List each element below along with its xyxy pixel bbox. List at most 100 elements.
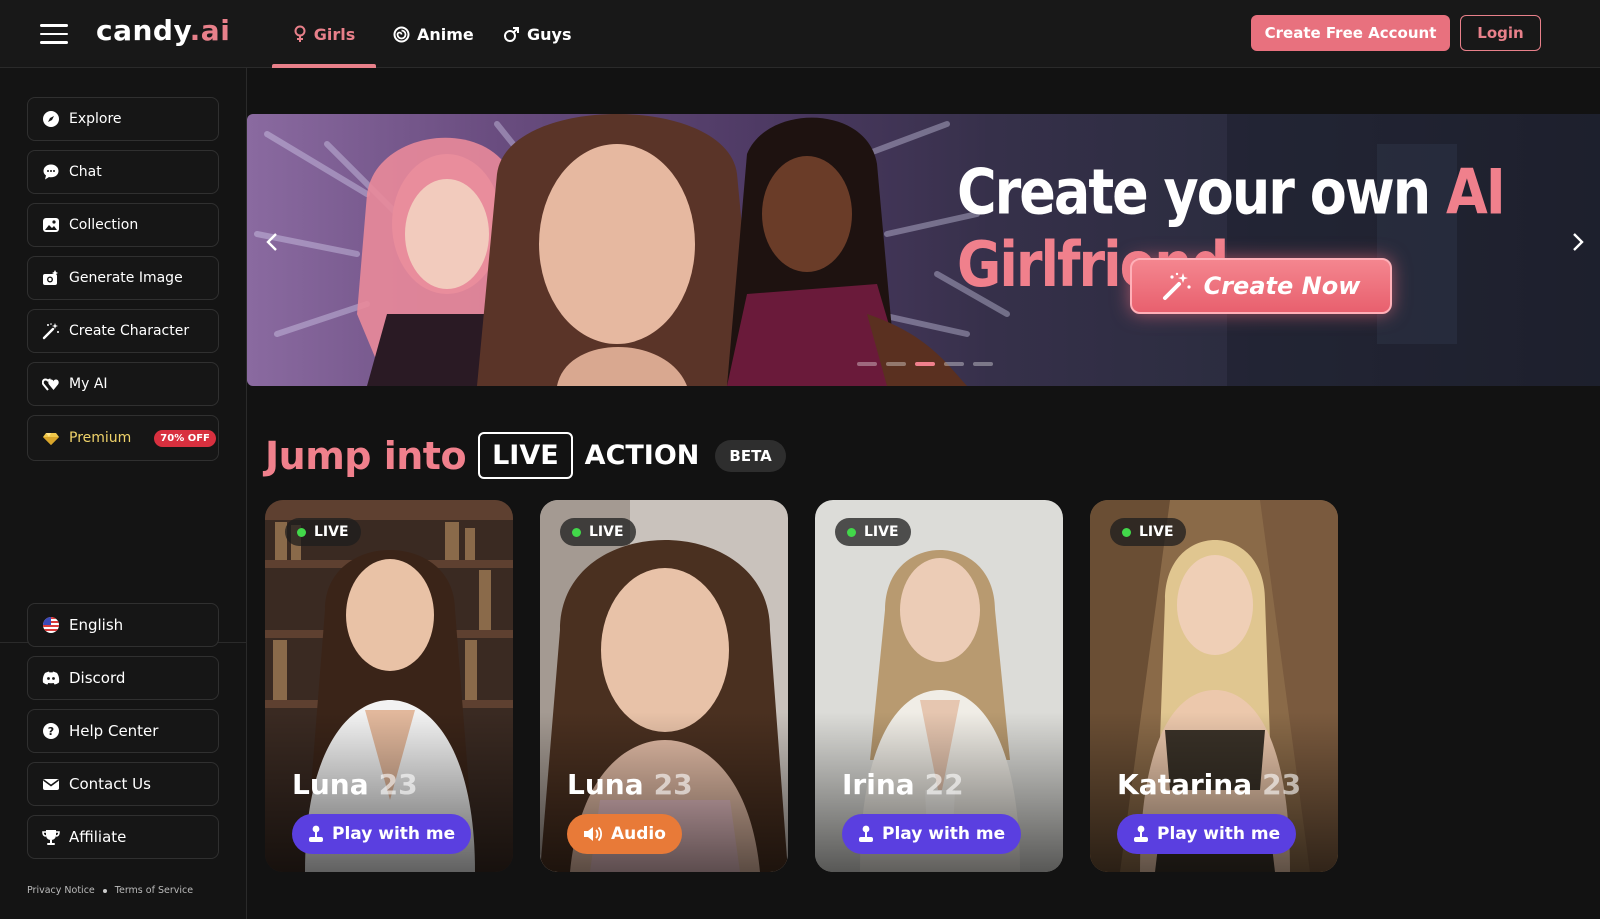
live-dot-icon	[297, 527, 306, 537]
logo-suffix: .ai	[189, 14, 231, 47]
live-label: LIVE	[589, 524, 624, 540]
swirl-icon	[393, 26, 410, 42]
sidebar-item-create-character[interactable]: Create Character	[27, 309, 219, 353]
play-button-label: Play with me	[1157, 824, 1281, 844]
hearts-icon	[42, 375, 60, 393]
svg-text:?: ?	[48, 725, 54, 738]
section-heading: Jump into LIVE ACTION BETA	[265, 432, 786, 479]
diamond-icon	[42, 429, 60, 447]
female-icon	[294, 25, 306, 42]
top-header: candy.ai Girls Anime Guys Create Free Ac…	[0, 0, 1600, 68]
sidebar-item-label: Premium	[69, 430, 132, 446]
live-badge: LIVE	[285, 518, 361, 546]
tab-anime-label: Anime	[417, 24, 474, 44]
sidebar-item-discord[interactable]: Discord	[27, 656, 219, 700]
sidebar-item-label: Affiliate	[69, 828, 127, 846]
chevron-right-icon[interactable]	[1565, 230, 1589, 254]
play-with-me-button[interactable]: Play with me	[842, 814, 1022, 854]
audio-button-label: Audio	[611, 824, 666, 844]
sidebar-item-label: Discord	[69, 669, 126, 687]
character-name: Irina 22	[842, 768, 964, 801]
character-age: 23	[653, 768, 693, 801]
live-badge: LIVE	[560, 518, 636, 546]
mail-icon	[42, 775, 60, 793]
carousel-dot[interactable]	[857, 362, 877, 366]
sidebar-item-contact-us[interactable]: Contact Us	[27, 762, 219, 806]
promo-banner[interactable]: Create your own AI Girlfriend Create Now	[247, 114, 1600, 386]
sidebar-item-label: Contact Us	[69, 775, 151, 793]
character-card[interactable]: LIVE Katarina 23 Play with me	[1090, 500, 1338, 872]
tab-guys[interactable]: Guys	[503, 0, 571, 68]
sidebar-item-label: English	[69, 616, 124, 634]
play-button-label: Play with me	[332, 824, 456, 844]
sidebar-item-label: My AI	[69, 376, 108, 392]
banner-title-white: Create your own	[957, 156, 1431, 229]
active-tab-indicator	[272, 64, 376, 68]
login-button[interactable]: Login	[1460, 15, 1541, 51]
tab-girls-label: Girls	[313, 24, 356, 44]
discount-badge: 70% OFF	[154, 429, 216, 447]
section-live-box: LIVE	[478, 432, 573, 479]
character-name-text: Luna	[292, 768, 369, 801]
live-badge: LIVE	[1110, 518, 1186, 546]
section-action-text: ACTION	[584, 440, 700, 471]
character-card[interactable]: LIVE Luna 23 Audio	[540, 500, 788, 872]
logo[interactable]: candy.ai	[96, 14, 230, 47]
sidebar: Explore Chat Collection Generate Image C…	[0, 68, 247, 919]
trophy-icon	[42, 828, 60, 846]
chevron-left-icon[interactable]	[261, 230, 285, 254]
live-badge: LIVE	[835, 518, 911, 546]
sidebar-item-premium[interactable]: Premium 70% OFF	[27, 415, 219, 461]
carousel-indicators	[857, 362, 993, 366]
character-name: Luna 23	[567, 768, 693, 801]
carousel-dot[interactable]	[944, 362, 964, 366]
section-jump-text: Jump into	[265, 433, 467, 478]
live-label: LIVE	[1139, 524, 1174, 540]
tab-girls[interactable]: Girls	[272, 0, 376, 68]
play-with-me-button[interactable]: Play with me	[292, 814, 472, 854]
carousel-dot[interactable]	[973, 362, 993, 366]
sidebar-item-affiliate[interactable]: Affiliate	[27, 815, 219, 859]
sidebar-item-label: Create Character	[69, 323, 190, 339]
footer-links: Privacy Notice Terms of Service	[27, 885, 193, 896]
sidebar-item-language[interactable]: English	[27, 603, 219, 647]
magic-wand-icon	[1162, 272, 1191, 300]
live-label: LIVE	[864, 524, 899, 540]
sidebar-item-collection[interactable]: Collection	[27, 203, 219, 247]
magic-wand-icon	[42, 322, 60, 340]
sidebar-item-generate-image[interactable]: Generate Image	[27, 256, 219, 300]
character-card[interactable]: LIVE Irina 22 Play with me	[815, 500, 1063, 872]
menu-icon[interactable]	[40, 24, 68, 44]
banner-people-illustration	[357, 114, 967, 386]
character-name: Luna 23	[292, 768, 418, 801]
gallery-icon	[42, 216, 60, 234]
logo-text: candy	[96, 14, 190, 47]
character-name-text: Irina	[842, 768, 915, 801]
character-age: 23	[378, 768, 418, 801]
joystick-icon	[1134, 825, 1148, 842]
live-label: LIVE	[314, 524, 349, 540]
tab-guys-label: Guys	[527, 24, 572, 44]
joystick-icon	[309, 825, 323, 842]
create-account-button[interactable]: Create Free Account	[1251, 15, 1450, 51]
terms-link[interactable]: Terms of Service	[115, 885, 193, 896]
sidebar-item-chat[interactable]: Chat	[27, 150, 219, 194]
sidebar-item-explore[interactable]: Explore	[27, 97, 219, 141]
character-card[interactable]: LIVE Luna 23 Play with me	[265, 500, 513, 872]
privacy-link[interactable]: Privacy Notice	[27, 885, 95, 896]
live-dot-icon	[572, 527, 581, 537]
tab-anime[interactable]: Anime	[393, 0, 474, 68]
camera-icon	[42, 269, 60, 287]
create-now-button[interactable]: Create Now	[1130, 258, 1392, 314]
play-with-me-button[interactable]: Play with me	[1117, 814, 1297, 854]
sidebar-item-help-center[interactable]: ? Help Center	[27, 709, 219, 753]
character-age: 23	[1262, 768, 1302, 801]
discord-icon	[42, 669, 60, 687]
character-name-text: Luna	[567, 768, 644, 801]
help-icon: ?	[42, 722, 60, 740]
speaker-icon	[584, 826, 603, 842]
audio-button[interactable]: Audio	[567, 814, 682, 854]
carousel-dot[interactable]	[886, 362, 906, 366]
carousel-dot-active[interactable]	[915, 362, 935, 366]
sidebar-item-my-ai[interactable]: My AI	[27, 362, 219, 406]
